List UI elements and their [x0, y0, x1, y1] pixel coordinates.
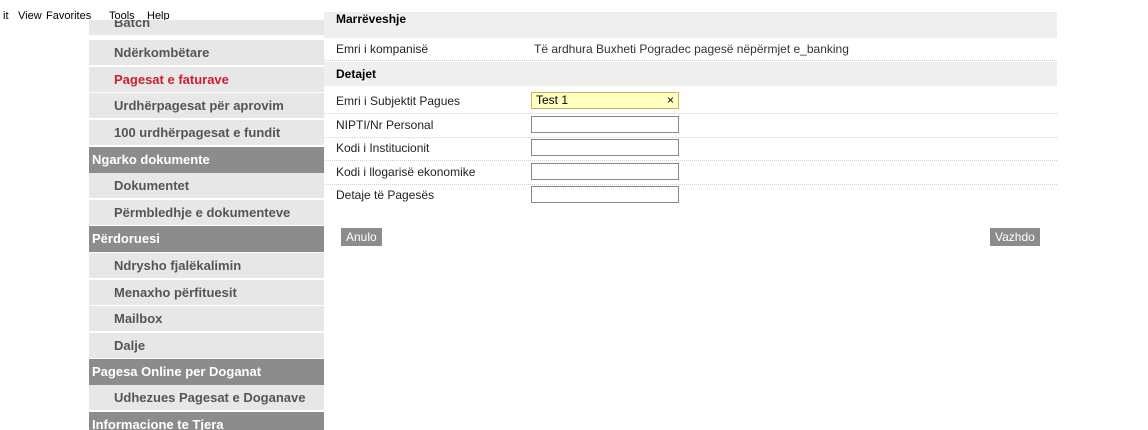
- sidebar-heading-user[interactable]: Përdoruesi: [89, 226, 324, 252]
- sidebar-heading-other-info[interactable]: Informacione te Tjera: [89, 412, 324, 430]
- sidebar-heading-upload-documents[interactable]: Ngarko dokumente: [89, 147, 324, 173]
- menu-view[interactable]: View: [18, 10, 42, 22]
- payment-details-input[interactable]: [531, 186, 679, 203]
- payer-name-value: Test 1: [536, 93, 569, 107]
- main-content: Marrëveshje Emri i kompanisë Të ardhura …: [324, 12, 1057, 430]
- sidebar-item-last-100-orders[interactable]: 100 urdhërpagesat e fundit: [89, 120, 324, 146]
- sidebar-item-change-password[interactable]: Ndrysho fjalëkalimin: [89, 253, 324, 279]
- section-details-header: Detajet: [324, 62, 1057, 86]
- divider: [324, 184, 1057, 185]
- sidebar-nav: Batch Ndërkombëtare Pagesat e faturave U…: [89, 20, 324, 430]
- company-name-label: Emri i kompanisë: [336, 42, 429, 56]
- payment-details-label: Detaje të Pagesës: [336, 188, 435, 202]
- divider: [324, 60, 1057, 61]
- menu-edit[interactable]: it: [3, 10, 9, 22]
- sidebar-item-batch[interactable]: Batch: [89, 20, 324, 36]
- continue-button[interactable]: Vazhdo: [990, 228, 1040, 246]
- sidebar-item-mailbox[interactable]: Mailbox: [89, 306, 324, 332]
- divider: [324, 113, 1057, 114]
- sidebar-item-logout[interactable]: Dalje: [89, 333, 324, 359]
- institution-code-input[interactable]: [531, 139, 679, 156]
- sidebar-item-international[interactable]: Ndërkombëtare: [89, 40, 324, 66]
- payer-name-label: Emri i Subjektit Pagues: [336, 94, 461, 108]
- sidebar-heading-customs-payments[interactable]: Pagesa Online per Doganat: [89, 359, 324, 385]
- company-name-value: Të ardhura Buxheti Pogradec pagesë nëpër…: [534, 42, 849, 56]
- cancel-button[interactable]: Anulo: [341, 228, 382, 246]
- sidebar-item-bill-payments[interactable]: Pagesat e faturave: [89, 67, 324, 93]
- sidebar-item-documents-summary[interactable]: Përmbledhje e dokumenteve: [89, 200, 324, 226]
- menu-favorites[interactable]: Favorites: [46, 10, 91, 22]
- sidebar-item-documents[interactable]: Dokumentet: [89, 173, 324, 199]
- divider: [324, 137, 1057, 138]
- payer-name-input[interactable]: Test 1 ×: [531, 92, 679, 109]
- clear-icon[interactable]: ×: [667, 93, 674, 108]
- sidebar-item-orders-approval[interactable]: Urdhërpagesat për aprovim: [89, 93, 324, 119]
- economic-account-label: Kodi i llogarisë ekonomike: [336, 165, 476, 179]
- nipt-label: NIPTI/Nr Personal: [336, 118, 434, 132]
- divider: [324, 160, 1057, 161]
- sidebar-item-manage-beneficiaries[interactable]: Menaxho përfituesit: [89, 280, 324, 306]
- institution-code-label: Kodi i Institucionit: [336, 141, 430, 155]
- nipt-input[interactable]: [531, 116, 679, 133]
- section-agreement-header: Marrëveshje: [324, 12, 1057, 38]
- sidebar-item-customs-guide[interactable]: Udhezues Pagesat e Doganave: [89, 385, 324, 411]
- economic-account-input[interactable]: [531, 163, 679, 180]
